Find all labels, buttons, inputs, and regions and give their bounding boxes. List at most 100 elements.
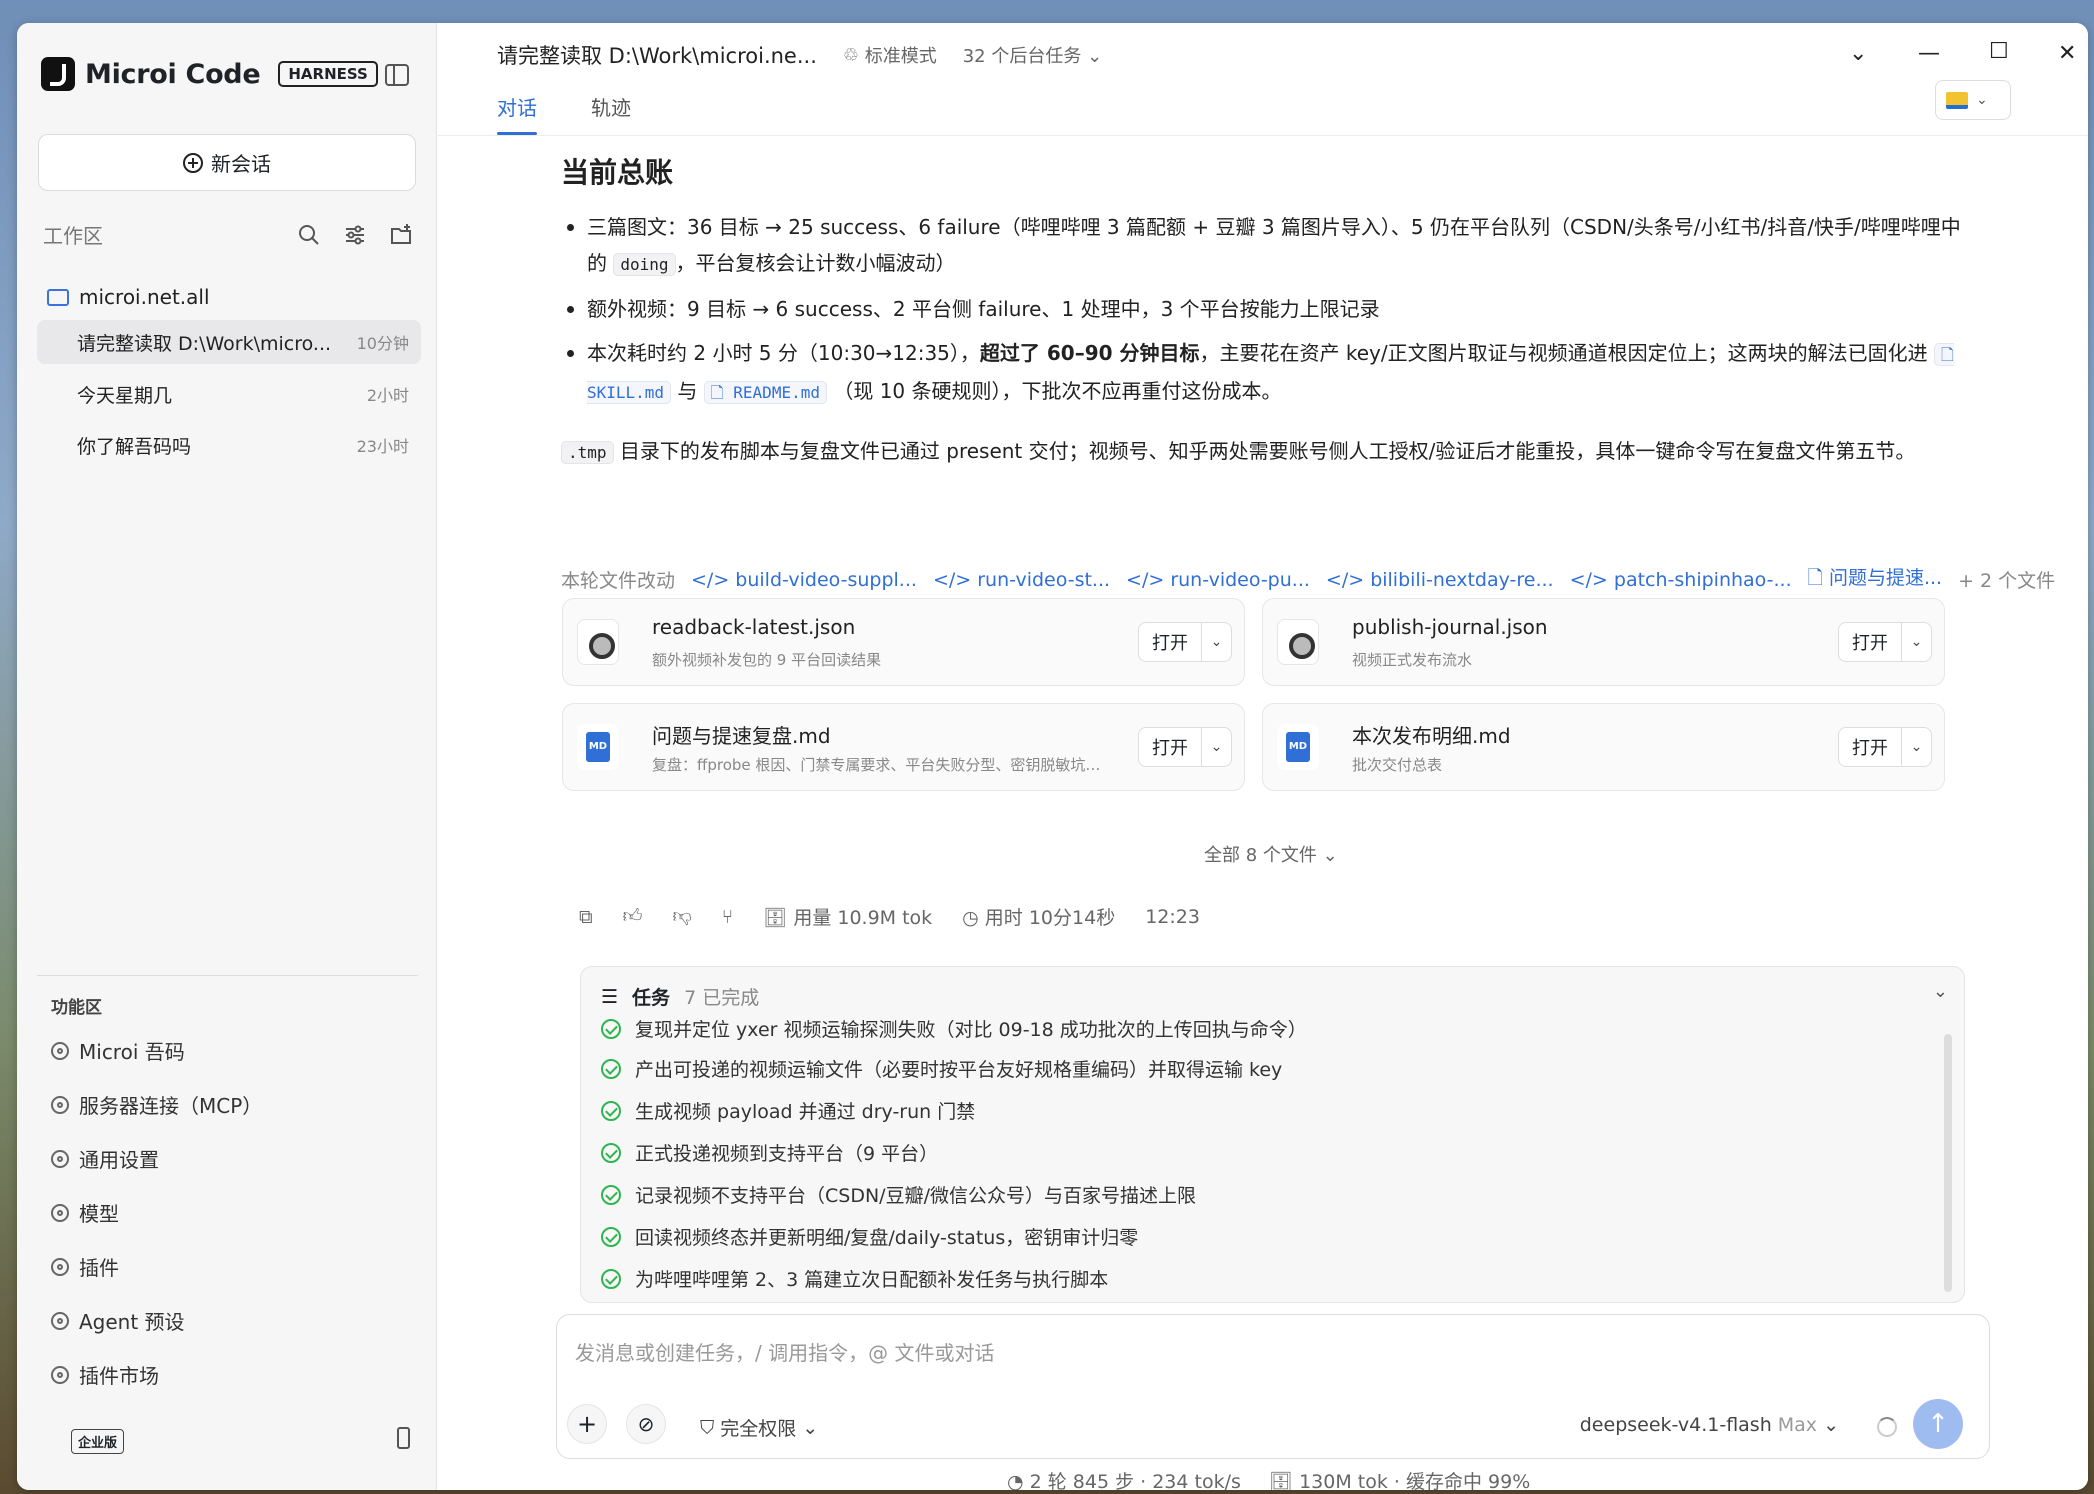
changed-file-link[interactable]: </> patch-shipinhao-... (1570, 569, 1792, 591)
copy-icon[interactable]: ⧉ (579, 906, 593, 928)
chevron-down-icon: ⌄ (1976, 92, 1988, 108)
text: 与 (677, 379, 698, 403)
thumbs-down-icon[interactable]: 👎︎ (672, 905, 691, 928)
open-button[interactable]: 打开 ⌄ (1138, 727, 1232, 767)
app-name: Microi Code (85, 58, 261, 90)
task-label: 生成视频 payload 并通过 dry-run 门禁 (635, 1101, 976, 1123)
open-button[interactable]: 打开 ⌄ (1138, 622, 1232, 662)
show-all-files-button[interactable]: 全部 8 个文件 ⌄ (1204, 841, 1338, 867)
conversation-title: 你了解吾码吗 (77, 435, 192, 458)
close-icon[interactable]: ✕ (2058, 41, 2076, 66)
usage-stat: 🗄︎ 用量 10.9M tok (763, 907, 933, 929)
chevron-down-icon[interactable]: ⌄ (1201, 623, 1231, 661)
file-name: 问题与提速复盘.md (652, 724, 831, 748)
minimize-icon[interactable]: — (1918, 41, 1940, 66)
feature-item-mcp[interactable]: 服务器连接（MCP） (51, 1090, 262, 1119)
thumbs-up-icon[interactable]: 👍︎ (623, 905, 643, 928)
json-file-icon (577, 619, 619, 665)
task-label: 产出可投递的视频运输文件（必要时按平台友好规格重编码）并取得运输 key (635, 1059, 1283, 1081)
file-card[interactable]: 问题与提速复盘.md 复盘：ffprobe 根因、门禁专属要求、平台失败分型、密… (562, 703, 1245, 791)
changed-file-link[interactable]: </> run-video-pu... (1126, 569, 1310, 591)
tab-chat[interactable]: 对话 (497, 92, 537, 135)
task-item: 复现并定位 yxer 视频运输探测失败（对比 09-18 成功批次的上传回执与命… (601, 1015, 1307, 1042)
attach-icon[interactable]: ⊘ (626, 1404, 666, 1444)
bg-tasks-label: 32 个后台任务 (962, 46, 1082, 67)
feature-item-agent-presets[interactable]: Agent 预设 (51, 1306, 185, 1335)
file-name: 问题与提速... (1828, 567, 1943, 589)
add-button[interactable]: + (567, 1404, 607, 1444)
feature-item-models[interactable]: 模型 (51, 1198, 119, 1227)
feature-item-microi[interactable]: Microi 吾码 (51, 1036, 185, 1065)
bg-tasks[interactable]: 32 个后台任务 ⌄ (963, 42, 1102, 68)
task-panel-header[interactable]: ☰ 任务 7 已完成 (601, 983, 759, 1010)
model-select[interactable]: deepseek-v4.1-flash Max ⌄ (1580, 1414, 1839, 1436)
mode-indicator[interactable]: ♲ 标准模式 (843, 42, 937, 68)
send-button[interactable]: ↑ (1913, 1399, 1963, 1449)
open-button[interactable]: 打开 ⌄ (1838, 727, 1932, 767)
changed-files-bar: 本轮文件改动 </> build-video-suppl... </> run-… (561, 563, 2055, 596)
open-label: 打开 (1152, 738, 1188, 759)
text: 本次耗时约 2 小时 5 分（10:30→12:35）， (587, 341, 980, 365)
open-button[interactable]: 打开 ⌄ (1838, 622, 1932, 662)
chevron-down-icon: ⌄ (802, 1416, 819, 1439)
model-mode: Max (1777, 1414, 1818, 1436)
sidebar-toggle-icon[interactable] (385, 64, 409, 86)
task-item: 产出可投递的视频运输文件（必要时按平台友好规格重编码）并取得运输 key (601, 1055, 1282, 1082)
task-label: 为哔哩哔哩第 2、3 篇建立次日配额补发任务与执行脚本 (635, 1269, 1109, 1291)
composer: 发消息或创建任务，/ 调用指令，@ 文件或对话 + ⊘ ⛉ 完全权限 ⌄ deeps… (556, 1314, 1990, 1459)
chevron-down-icon[interactable]: ⌄ (1933, 981, 1948, 1002)
message-time: 12:23 (1145, 905, 1200, 928)
task-label: 复现并定位 yxer 视频运输探测失败（对比 09-18 成功批次的上传回执与命… (635, 1019, 1307, 1041)
more-files-link[interactable]: + 2 个文件 (1958, 566, 2055, 593)
chevron-down-icon[interactable]: ⌄ (1901, 728, 1931, 766)
chevron-down-icon[interactable]: ⌄ (1849, 41, 1867, 66)
file-name: run-video-st... (977, 568, 1111, 591)
open-label: 打开 (1852, 738, 1888, 759)
project-item[interactable]: microi.net.all (47, 285, 210, 309)
feature-item-marketplace[interactable]: 插件市场 (51, 1360, 159, 1389)
feature-label: 插件市场 (79, 1364, 159, 1388)
changed-file-link[interactable]: </> run-video-st... (933, 569, 1110, 591)
file-card[interactable]: publish-journal.json 视频正式发布流水 打开 ⌄ (1262, 598, 1945, 686)
search-icon[interactable] (297, 223, 321, 247)
changed-file-link[interactable]: 🗋 问题与提速... (1808, 563, 1942, 596)
list-item: 额外视频：9 目标 → 6 success、2 平台侧 failure、1 处理… (561, 291, 1961, 327)
filter-icon[interactable] (343, 223, 367, 247)
open-folder-button[interactable]: ⌄ (1935, 80, 2011, 120)
check-circle-icon (601, 1058, 621, 1079)
chevron-down-icon[interactable]: ⌄ (1201, 728, 1231, 766)
file-desc: 复盘：ffprobe 根因、门禁专属要求、平台失败分型、密钥脱敏坑、... (652, 756, 1112, 774)
new-chat-button[interactable]: 新会话 (38, 134, 416, 191)
branch-icon[interactable]: ⑂ (722, 906, 733, 928)
mobile-icon[interactable] (397, 1427, 410, 1449)
markdown-file-icon (577, 724, 619, 770)
message-input[interactable]: 发消息或创建任务，/ 调用指令，@ 文件或对话 (575, 1337, 994, 1366)
message-content: 当前总账 三篇图文：36 目标 → 25 success、6 failure（哔… (561, 153, 1961, 471)
changed-file-link[interactable]: </> build-video-suppl... (691, 569, 917, 591)
chevron-down-icon[interactable]: ⌄ (1901, 623, 1931, 661)
list-item: 三篇图文：36 目标 → 25 success、6 failure（哔哩哔哩 3… (561, 209, 1961, 283)
conversation-item[interactable]: 今天星期几 2小时 (37, 372, 421, 416)
conversation-item[interactable]: 你了解吾码吗 23小时 (37, 423, 421, 467)
task-scrollbar[interactable] (1944, 1034, 1952, 1292)
tab-trace[interactable]: 轨迹 (591, 92, 631, 121)
permission-select[interactable]: ⛉ 完全权限 ⌄ (700, 1414, 818, 1441)
markdown-file-icon (1277, 724, 1319, 770)
feature-label: Agent 预设 (79, 1310, 185, 1334)
status-bar: ◔ 2 轮 845 步 · 234 tok/s 🗄︎ 130M tok · 缓存… (1007, 1467, 1530, 1490)
maximize-icon[interactable]: ☐ (1989, 39, 2009, 64)
task-item: 回读视频终态并更新明细/复盘/daily-status，密钥审计归零 (601, 1223, 1138, 1250)
new-folder-icon[interactable] (389, 223, 413, 247)
folder-icon (47, 288, 69, 306)
divider (37, 975, 418, 976)
file-card[interactable]: readback-latest.json 额外视频补发包的 9 平台回读结果 打… (562, 598, 1245, 686)
changed-file-link[interactable]: </> bilibili-nextday-re... (1326, 569, 1554, 591)
header-divider (438, 135, 2088, 136)
feature-item-settings[interactable]: 通用设置 (51, 1144, 159, 1173)
edition-badge: 企业版 (71, 1429, 125, 1454)
feature-item-plugins[interactable]: 插件 (51, 1252, 119, 1281)
app-logo: Microi Code HARNESS (41, 57, 378, 91)
conversation-item[interactable]: 请完整读取 D:\Work\micro... 10分钟 (37, 320, 421, 364)
file-card[interactable]: 本次发布明细.md 批次交付总表 打开 ⌄ (1262, 703, 1945, 791)
file-link[interactable]: 🗋 README.md (703, 381, 827, 404)
